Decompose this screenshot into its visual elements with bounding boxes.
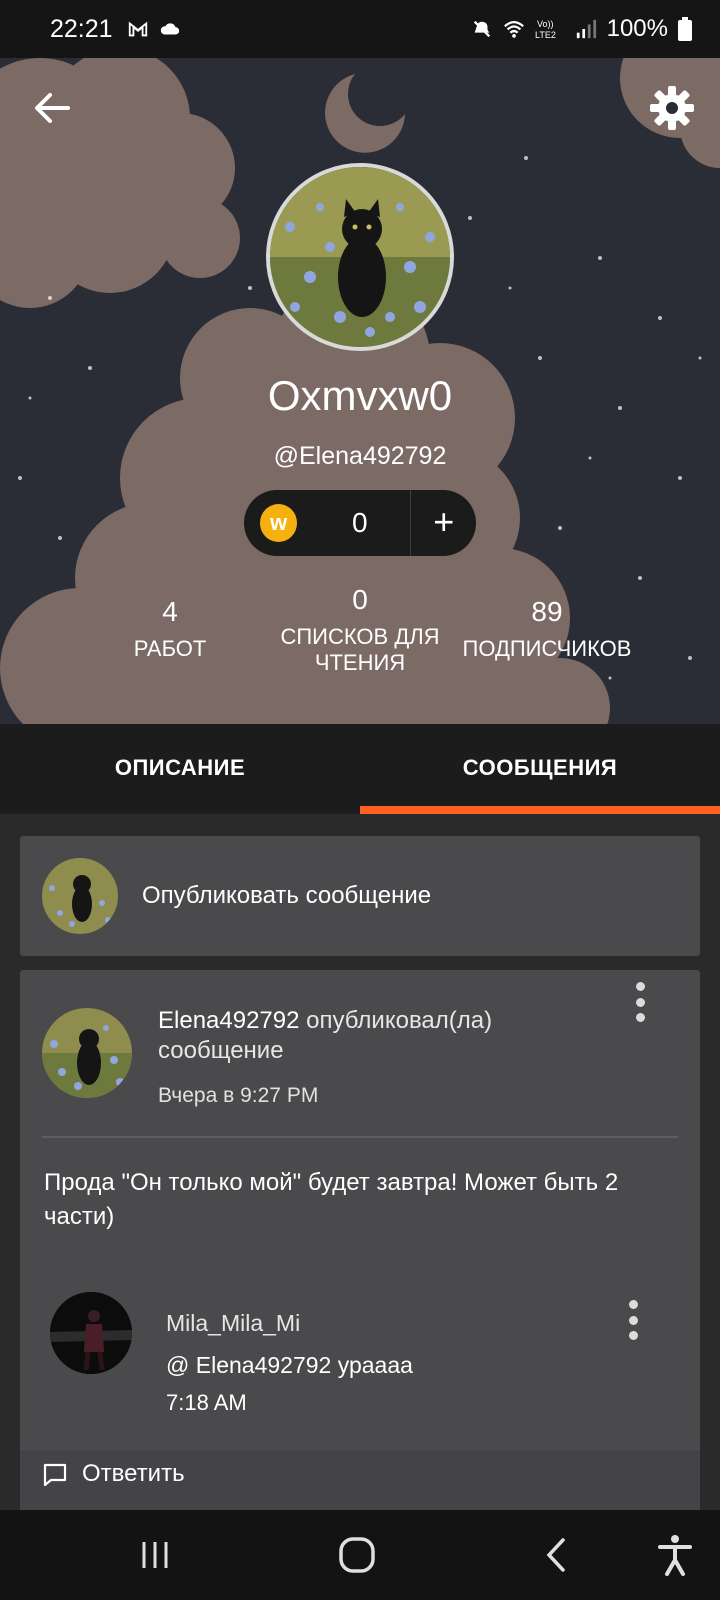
battery-icon [678,17,692,41]
reply-text: @ Elena492792 ураааа [166,1352,413,1378]
battery-percent: 100% [606,15,668,42]
reply-bar[interactable]: Ответить [20,1450,700,1510]
post-message-label: Опубликовать сообщение [142,882,432,909]
reply-author[interactable]: Mila_Mila_Mi [166,1310,300,1337]
profile-header: Oxmvxw0 @Elena492792 0 + 4 РАБОТ 0 СПИСК… [0,58,720,724]
stat-followers-value: 89 [531,596,563,627]
display-name: Oxmvxw0 [267,372,453,419]
stat-reading-lists-value: 0 [352,584,368,615]
stat-works[interactable]: 4 РАБОТ [110,596,230,662]
coins-widget: 0 + [244,490,476,556]
home-icon[interactable] [332,1530,382,1580]
signal-icon [576,19,596,39]
author-avatar[interactable] [42,1008,132,1098]
comment-icon [43,1463,67,1487]
gmail-icon [128,21,147,37]
svg-text:LTE2: LTE2 [535,30,556,40]
message-header: Elena492792 опубликовал(ла) сообщение [158,1006,538,1066]
mute-icon [473,20,490,38]
settings-gear-icon[interactable] [648,84,696,132]
volte-icon: Vo))LTE2 [535,19,556,40]
stat-works-value: 4 [162,596,178,627]
message-author[interactable]: Elena492792 [158,1007,299,1034]
stat-reading-lists-label: СПИСКОВ ДЛЯ ЧТЕНИЯ [280,624,440,675]
stat-followers-label: ПОДПИСЧИКОВ [462,636,632,661]
status-time: 22:21 [50,14,113,43]
stat-followers[interactable]: 89 ПОДПИСЧИКОВ [452,596,642,662]
message-body: Прода "Он только мой" будет завтра! Може… [44,1169,619,1230]
profile-avatar[interactable] [266,163,454,351]
message-more-button[interactable] [628,982,652,1022]
reply-avatar[interactable] [50,1292,132,1374]
system-nav-bar [0,1510,720,1600]
my-avatar [42,858,118,934]
cloud-icon [160,23,179,35]
stat-works-label: РАБОТ [133,636,207,661]
status-bar: 22:21 Vo)) LTE2 100% [0,0,720,58]
post-message-card[interactable]: Опубликовать сообщение [20,836,700,956]
add-coins-button[interactable]: + [411,490,476,556]
wifi-icon [503,21,524,38]
reply-button-label: Ответить [82,1460,185,1487]
stat-reading-lists[interactable]: 0 СПИСКОВ ДЛЯ ЧТЕНИЯ [270,584,450,676]
username: @Elena492792 [273,442,447,470]
tab-messages[interactable]: СООБЩЕНИЯ [360,724,720,814]
back-button[interactable] [30,86,74,130]
coin-count: 0 [352,507,368,538]
accessibility-icon[interactable] [650,1530,700,1580]
coin-icon [260,504,297,542]
back-nav-icon[interactable] [532,1530,582,1580]
recent-apps-icon[interactable] [130,1530,180,1580]
reply-more-button[interactable] [621,1300,645,1340]
message-divider [42,1136,678,1138]
reply-time: 7:18 AM [166,1390,247,1415]
tab-description[interactable]: ОПИСАНИЕ [0,724,360,814]
svg-text:Vo)): Vo)) [537,19,554,29]
message-time: Вчера в 9:27 PM [158,1084,319,1107]
message-card: Elena492792 опубликовал(ла) сообщение Вч… [20,970,700,1510]
profile-tabs: ОПИСАНИЕ СООБЩЕНИЯ [0,724,720,814]
